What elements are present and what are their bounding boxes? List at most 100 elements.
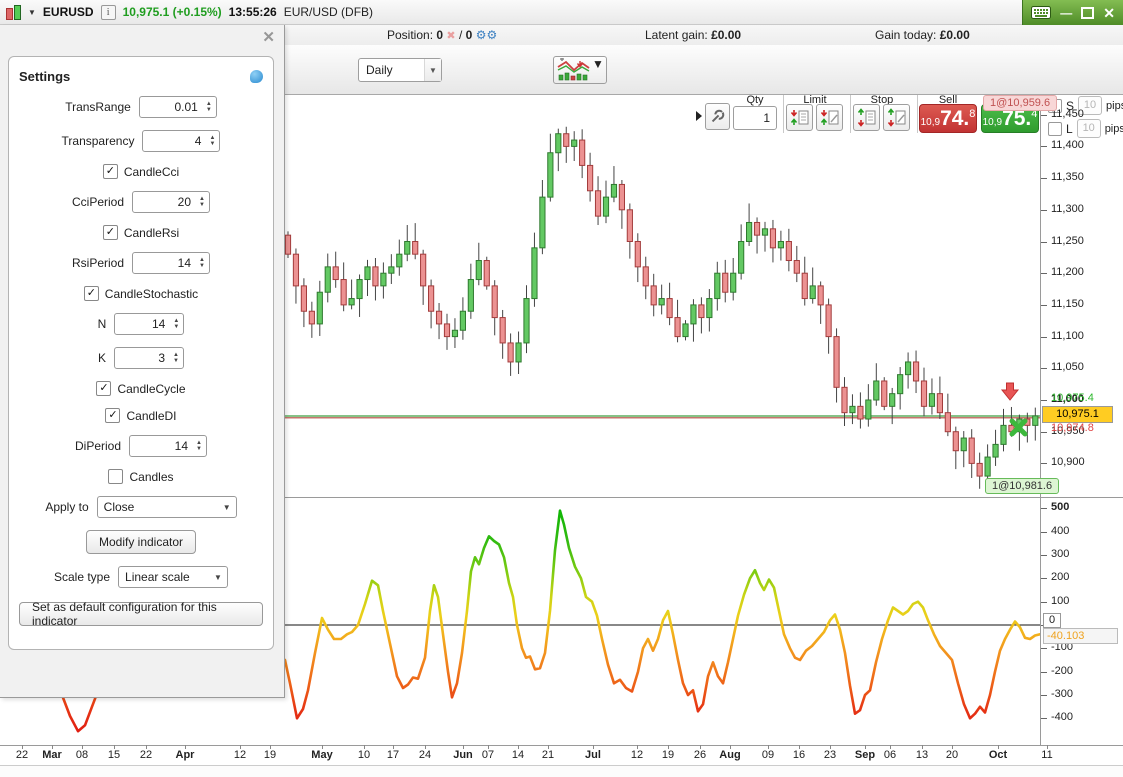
candle	[356, 279, 363, 300]
button-modify-indicator[interactable]: Modify indicator	[85, 530, 197, 554]
candle	[626, 209, 633, 243]
axis-tick-label: 11,150	[1051, 297, 1084, 310]
spinner-transparency[interactable]: 4 ▲ ▼	[142, 130, 221, 152]
date-label: Oct	[988, 749, 1008, 761]
date-label: 17	[386, 749, 400, 761]
candle	[889, 393, 896, 407]
candle	[420, 253, 427, 287]
chevron-down-icon: ▼	[214, 572, 222, 582]
symbol-dropdown-icon[interactable]: ▼	[28, 8, 36, 17]
symbol-label: EURUSD	[42, 5, 94, 19]
candle	[793, 260, 800, 274]
candle	[865, 399, 872, 420]
button-set-as-default-configuration-for-this-indicator[interactable]: Set as default configuration for this in…	[19, 600, 263, 628]
candle	[571, 139, 578, 147]
date-label: 24	[418, 749, 432, 761]
spinner-n[interactable]: 14 ▲ ▼	[114, 313, 185, 335]
candle	[761, 228, 769, 236]
candle	[698, 304, 705, 319]
spinner-transrange[interactable]: 0.01 ▲ ▼	[138, 96, 217, 118]
position-summary: Position: 0 ✖ / 0 ⚙⚙	[387, 28, 498, 42]
candle	[960, 437, 967, 452]
candle	[539, 196, 546, 249]
candle	[602, 196, 610, 217]
checkbox-candlecycle[interactable]: ✓	[96, 381, 112, 396]
checkbox-candles[interactable]	[108, 469, 124, 484]
candle	[308, 310, 315, 325]
close-icon[interactable]: ✕	[262, 28, 275, 46]
settings-row-cciperiod: CciPeriod 20 ▲ ▼	[19, 191, 263, 213]
limit-distance-value[interactable]: 10	[1076, 119, 1101, 138]
settings-row-candlecci: ✓ CandleCci	[19, 164, 263, 179]
candle	[428, 285, 435, 312]
candle	[952, 431, 959, 452]
window-controls: — ✕	[1022, 0, 1123, 25]
candle	[372, 266, 379, 287]
candle	[777, 241, 784, 249]
info-icon[interactable]: i	[100, 4, 116, 20]
maximize-button[interactable]	[1081, 6, 1095, 19]
spinner-k[interactable]: 3 ▲ ▼	[114, 347, 184, 369]
chart-style-button[interactable]: ▼	[553, 56, 607, 84]
settings-row-modify-indicator: Modify indicator	[19, 530, 263, 554]
limit-distance-checkbox[interactable]	[1048, 121, 1062, 136]
last-price-box: 10,975.1	[1042, 406, 1113, 423]
chart-scrollbar[interactable]	[0, 765, 1123, 777]
candle	[531, 247, 538, 300]
candle	[435, 310, 443, 325]
candle	[738, 241, 745, 274]
candle	[451, 329, 459, 338]
candle	[579, 139, 586, 166]
candle	[324, 266, 331, 293]
close-button[interactable]: ✕	[1103, 6, 1115, 20]
select-apply-to[interactable]: Close ▼	[96, 496, 237, 518]
candle	[857, 405, 864, 420]
candle	[634, 241, 641, 268]
candle	[594, 190, 602, 217]
spinner-cciperiod[interactable]: 20 ▲ ▼	[132, 191, 211, 213]
date-label: 09	[761, 749, 775, 761]
axis-tick-label: 10,900	[1051, 456, 1085, 469]
keyboard-icon[interactable]	[1031, 6, 1052, 19]
timeframe-select[interactable]: Daily ▼	[358, 58, 442, 82]
spinner-diperiod[interactable]: 14 ▲ ▼	[129, 435, 208, 457]
candle	[587, 164, 594, 192]
date-label: Jul	[585, 749, 601, 761]
axis-tick-label: -200	[1051, 664, 1074, 677]
closed-order-label: 1@10,981.6	[985, 478, 1060, 494]
orders-gear-icon[interactable]: ⚙⚙	[476, 28, 498, 42]
help-bubble-icon[interactable]	[250, 70, 263, 83]
settings-row-candlersi: ✓ CandleRsi	[19, 225, 263, 240]
trading-window: ▼ EURUSD i 10,975.1 (+0.15%) 13:55:26 EU…	[0, 0, 1123, 777]
date-label: 19	[661, 749, 675, 761]
checkbox-candlersi[interactable]: ✓	[102, 225, 118, 240]
candle	[404, 241, 411, 255]
settings-card: Settings TransRange 0.01 ▲ ▼ Transparency 4 ▲ ▼…	[8, 56, 274, 650]
candle	[300, 285, 307, 312]
open-position-label: 1@10,959.6	[983, 95, 1058, 111]
candle	[730, 272, 737, 293]
working-orders-count: 0	[465, 28, 473, 42]
date-label: Jun	[453, 749, 473, 761]
clock: 13:55:26	[228, 5, 277, 19]
candle	[817, 285, 824, 306]
candle	[348, 298, 355, 306]
spinner-rsiperiod[interactable]: 14 ▲ ▼	[132, 252, 211, 274]
candle	[555, 133, 562, 154]
candle	[563, 133, 570, 147]
select-scale-type[interactable]: Linear scale ▼	[118, 566, 229, 588]
close-position-icon[interactable]: ✖	[446, 30, 455, 42]
date-label: 06	[883, 749, 897, 761]
checkbox-candlecci[interactable]: ✓	[102, 164, 118, 179]
candle	[483, 260, 490, 287]
latent-gain: Latent gain: £0.00	[645, 28, 742, 42]
candle	[920, 380, 928, 407]
checkbox-candledi[interactable]: ✓	[105, 408, 121, 423]
minimize-button[interactable]: —	[1060, 7, 1072, 19]
candle	[499, 317, 506, 344]
candlestick-logo-icon	[6, 4, 21, 20]
settings-title: Settings	[19, 69, 71, 84]
candle	[769, 228, 777, 249]
checkbox-candlestochastic[interactable]: ✓	[83, 286, 99, 301]
settings-row-diperiod: DiPeriod 14 ▲ ▼	[19, 435, 263, 457]
